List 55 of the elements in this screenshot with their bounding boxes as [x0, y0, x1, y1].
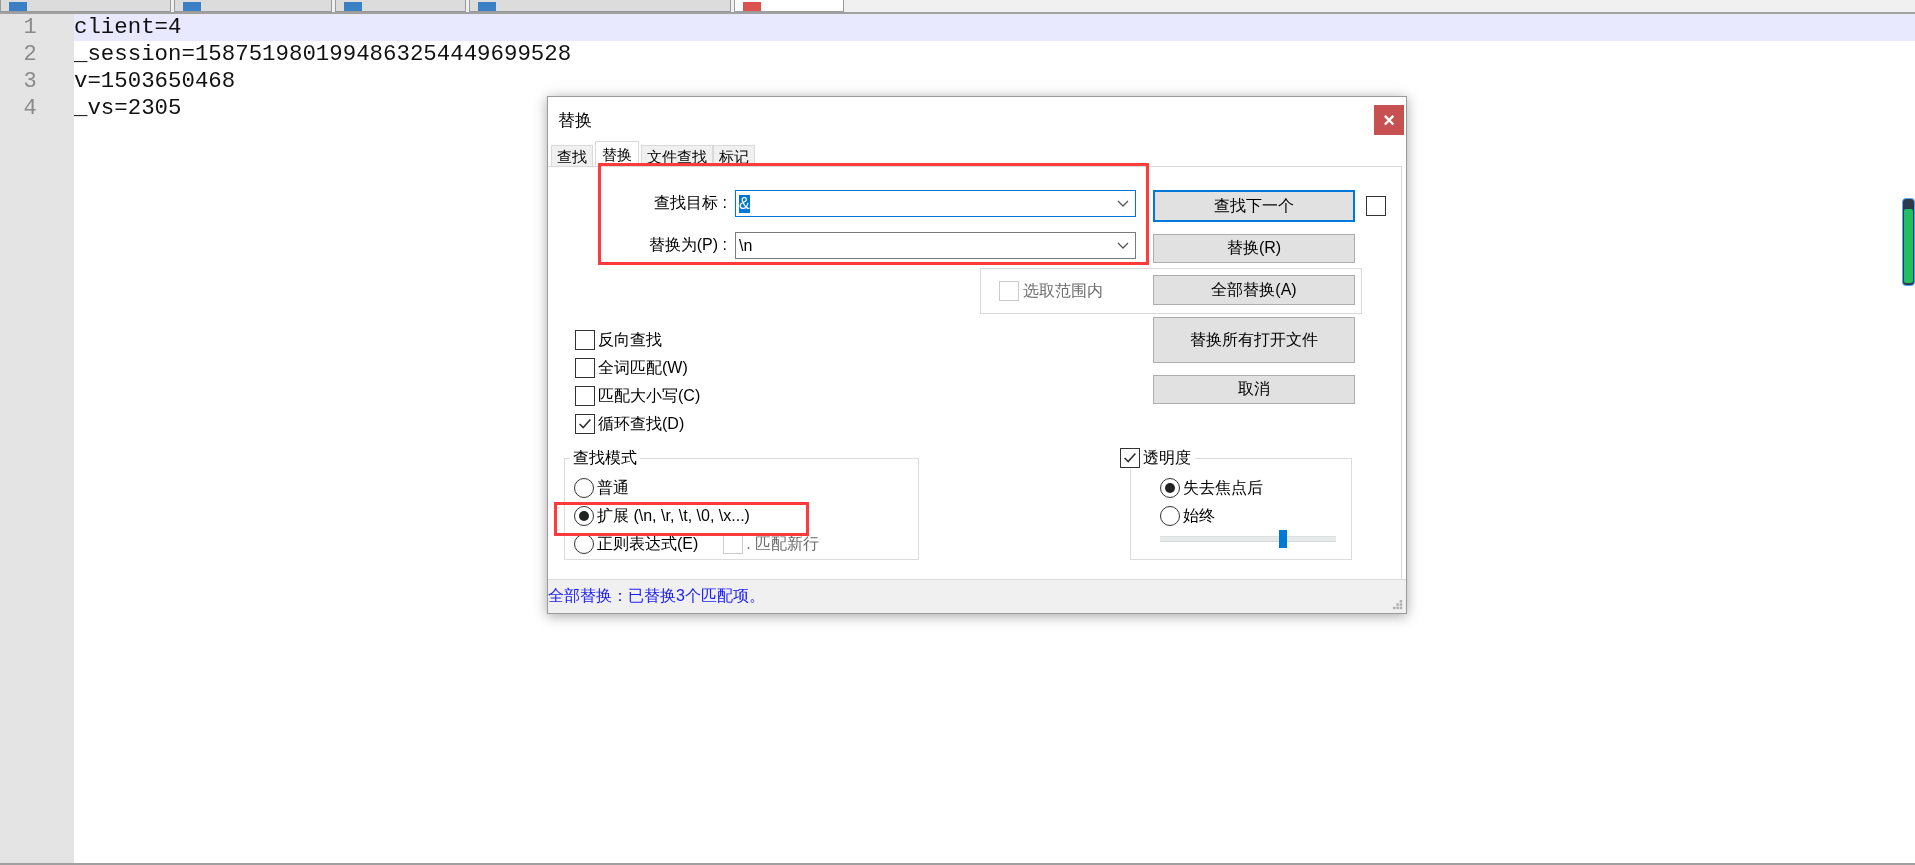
dialog-button[interactable]: 全部替换(A)	[1153, 275, 1355, 305]
chevron-down-icon[interactable]	[1117, 199, 1129, 208]
line-number: 4	[22, 95, 38, 122]
close-button[interactable]: ×	[1374, 105, 1404, 135]
line-number: 3	[22, 68, 38, 95]
checkbox[interactable]	[575, 330, 595, 350]
dialog-button[interactable]: 查找下一个	[1153, 190, 1355, 222]
group-title: 查找模式	[570, 447, 640, 469]
level-bar-icon[interactable]	[1902, 198, 1915, 286]
checkbox-label: 匹配大小写(C)	[598, 385, 701, 406]
checkbox-label: 全词匹配(W)	[598, 357, 688, 378]
field-label: 查找目标 :	[653, 193, 728, 213]
resize-grip-icon[interactable]	[1393, 600, 1403, 610]
checkbox[interactable]	[1366, 196, 1386, 216]
line-number: 1	[22, 14, 38, 41]
radio-label: 正则表达式(E)	[597, 533, 699, 554]
dialog-title: 替换	[558, 109, 592, 132]
code-line: v=1503650468	[74, 68, 236, 94]
radio-label: 普通	[597, 477, 629, 498]
combo-field[interactable]: \n	[735, 232, 1136, 259]
checkbox[interactable]	[575, 386, 595, 406]
checkbox[interactable]	[1120, 448, 1140, 468]
checkbox-label: 透明度	[1143, 447, 1191, 468]
radio-button[interactable]	[1160, 478, 1180, 498]
dialog-button[interactable]: 替换所有打开文件	[1153, 317, 1355, 363]
slider-thumb[interactable]	[1279, 530, 1288, 548]
code-line: client=4	[74, 14, 182, 40]
radio-label: 失去焦点后	[1183, 477, 1263, 498]
code-line: _vs=2305	[74, 95, 182, 121]
field-label: 替换为(P) :	[647, 235, 728, 255]
file-tab[interactable]	[469, 0, 731, 12]
status-message: 全部替换：已替换3个匹配项。	[548, 586, 765, 606]
radio-button[interactable]	[574, 478, 594, 498]
code-line: _session=1587519801994863254449699528	[74, 41, 572, 67]
radio-button[interactable]	[574, 534, 594, 554]
file-tab[interactable]	[335, 0, 466, 12]
file-tab[interactable]	[0, 0, 171, 12]
checkbox[interactable]	[575, 358, 595, 378]
file-tab[interactable]	[734, 0, 844, 12]
dialog-button[interactable]: 取消	[1153, 375, 1355, 404]
radio-button[interactable]	[574, 506, 594, 526]
combo-field[interactable]: &	[735, 190, 1136, 217]
checkbox-label: 反向查找	[598, 329, 662, 350]
checkbox-label: . 匹配新行	[746, 533, 820, 554]
checkbox[interactable]	[575, 414, 595, 434]
chevron-down-icon[interactable]	[1117, 241, 1129, 250]
radio-button[interactable]	[1160, 506, 1180, 526]
checkbox-label: 选取范围内	[1023, 280, 1103, 301]
checkbox-label: 循环查找(D)	[598, 413, 685, 434]
line-number: 2	[22, 41, 38, 68]
dialog-button[interactable]: 替换(R)	[1153, 234, 1355, 263]
radio-label: 始终	[1183, 505, 1215, 526]
radio-label: 扩展 (\n, \r, \t, \0, \x...)	[597, 505, 750, 526]
file-tab[interactable]	[174, 0, 332, 12]
tab[interactable]: 查找	[551, 145, 593, 166]
